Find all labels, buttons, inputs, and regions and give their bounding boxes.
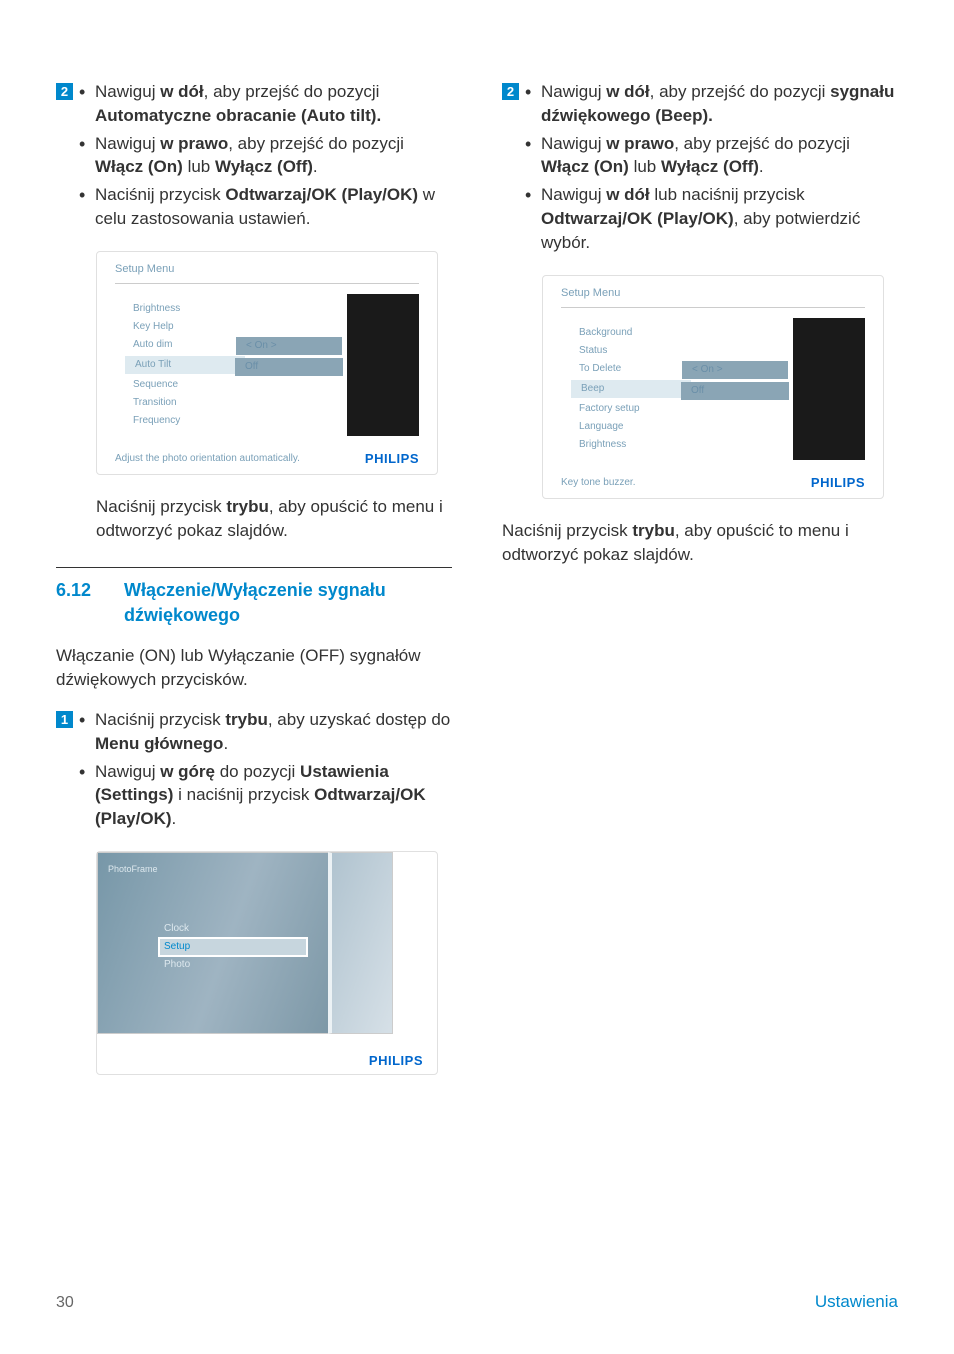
option-item: < On >	[235, 336, 343, 356]
preview-box	[793, 318, 865, 460]
after-text-left: Naciśnij przycisk trybu, aby opuścić to …	[96, 495, 452, 543]
setup-menu-list: BrightnessKey HelpAuto dimAuto TiltSeque…	[115, 294, 235, 436]
instruction-item: Nawiguj w dół, aby przejść do pozycji sy…	[525, 80, 898, 128]
main-menu-item: Photo	[158, 957, 308, 973]
page-footer: 30 Ustawienia	[56, 1290, 898, 1314]
figure-title: Setup Menu	[115, 262, 419, 284]
option-panel: < On > Off	[681, 360, 789, 460]
menu-item: Brightness	[561, 436, 681, 454]
menu-item: Language	[561, 418, 681, 436]
after-text-right: Naciśnij przycisk trybu, aby opuścić to …	[502, 519, 872, 567]
step-marker-2: 2	[502, 83, 519, 100]
menu-item: Beep	[569, 378, 693, 400]
menu-item: Auto dim	[115, 336, 235, 354]
section-divider	[56, 567, 452, 568]
main-menu-item: Setup	[158, 937, 308, 957]
right-column: 2 Nawiguj w dół, aby przejść do pozycji …	[502, 80, 898, 1294]
figure-setup-beep: Setup Menu BackgroundStatusTo DeleteBeep…	[542, 275, 884, 500]
figure-setup-autotilt: Setup Menu BrightnessKey HelpAuto dimAut…	[96, 251, 438, 476]
step-marker-2: 2	[56, 83, 73, 100]
option-panel: < On > Off	[235, 336, 343, 436]
section-heading: 6.12 Włączenie/Wyłączenie sygnału dźwięk…	[56, 578, 452, 628]
figure-help-text: Adjust the photo orientation automatical…	[115, 452, 300, 466]
philips-logo: PHILIPS	[811, 474, 865, 492]
option-item: Off	[235, 358, 343, 376]
menu-item: Background	[561, 324, 681, 342]
setup-menu-list: BackgroundStatusTo DeleteBeepFactory set…	[561, 318, 681, 460]
section-number: 6.12	[56, 578, 104, 628]
menu-item: Key Help	[115, 318, 235, 336]
figure-title: Setup Menu	[561, 286, 865, 308]
menu-item: Auto Tilt	[123, 354, 247, 376]
left-column: 2 Nawiguj w dół, aby przejść do pozycji …	[56, 80, 452, 1294]
menu-item: Transition	[115, 394, 235, 412]
menu-item: Sequence	[115, 376, 235, 394]
menu-item: Frequency	[115, 412, 235, 430]
menu-item: Factory setup	[561, 400, 681, 418]
footer-section-label: Ustawienia	[815, 1290, 898, 1314]
philips-logo: PHILIPS	[365, 450, 419, 468]
menu-item: Status	[561, 342, 681, 360]
left-step2: 2 Nawiguj w dół, aby przejść do pozycji …	[56, 80, 452, 235]
figure-help-text: Key tone buzzer.	[561, 476, 636, 490]
instruction-item: Naciśnij przycisk trybu, aby uzyskać dos…	[79, 708, 452, 756]
instruction-item: Nawiguj w górę do pozycji Ustawienia (Se…	[79, 760, 452, 831]
option-item: < On >	[681, 360, 789, 380]
right-step2: 2 Nawiguj w dół, aby przejść do pozycji …	[502, 80, 898, 259]
menu-item: Brightness	[115, 300, 235, 318]
main-menu-item: Clock	[158, 921, 308, 937]
menu-item: To Delete	[561, 360, 681, 378]
instruction-item: Nawiguj w dół lub naciśnij przycisk Odtw…	[525, 183, 898, 254]
instruction-item: Naciśnij przycisk Odtwarzaj/OK (Play/OK)…	[79, 183, 452, 231]
section-intro: Włączanie (ON) lub Wyłączanie (OFF) sygn…	[56, 644, 452, 692]
photoframe-panel: PhotoFrame ClockSetupPhoto	[97, 852, 328, 1034]
step-marker-1: 1	[56, 711, 73, 728]
left-step1: 1 Naciśnij przycisk trybu, aby uzyskać d…	[56, 708, 452, 835]
page-number: 30	[56, 1292, 74, 1314]
instruction-item: Nawiguj w prawo, aby przejść do pozycji …	[79, 132, 452, 180]
instruction-item: Nawiguj w dół, aby przejść do pozycji Au…	[79, 80, 452, 128]
preview-box	[347, 294, 419, 436]
option-item: Off	[681, 382, 789, 400]
figure-photoframe-menu: PhotoFrame ClockSetupPhoto PHILIPS	[96, 851, 438, 1075]
philips-logo: PHILIPS	[369, 1052, 423, 1070]
instruction-item: Nawiguj w prawo, aby przejść do pozycji …	[525, 132, 898, 180]
section-title: Włączenie/Wyłączenie sygnału dźwiękowego	[124, 578, 452, 628]
side-panel	[328, 852, 393, 1034]
main-menu-list: ClockSetupPhoto	[158, 921, 308, 973]
photoframe-label: PhotoFrame	[108, 863, 158, 876]
